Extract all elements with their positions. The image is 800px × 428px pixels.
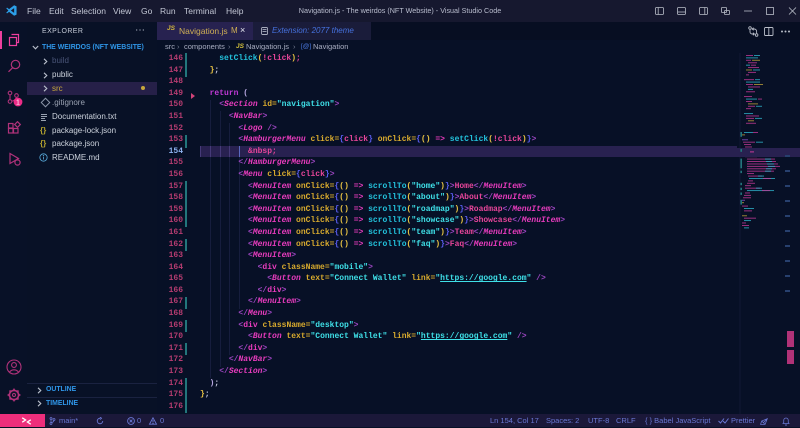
svg-text:1: 1 (16, 99, 20, 106)
